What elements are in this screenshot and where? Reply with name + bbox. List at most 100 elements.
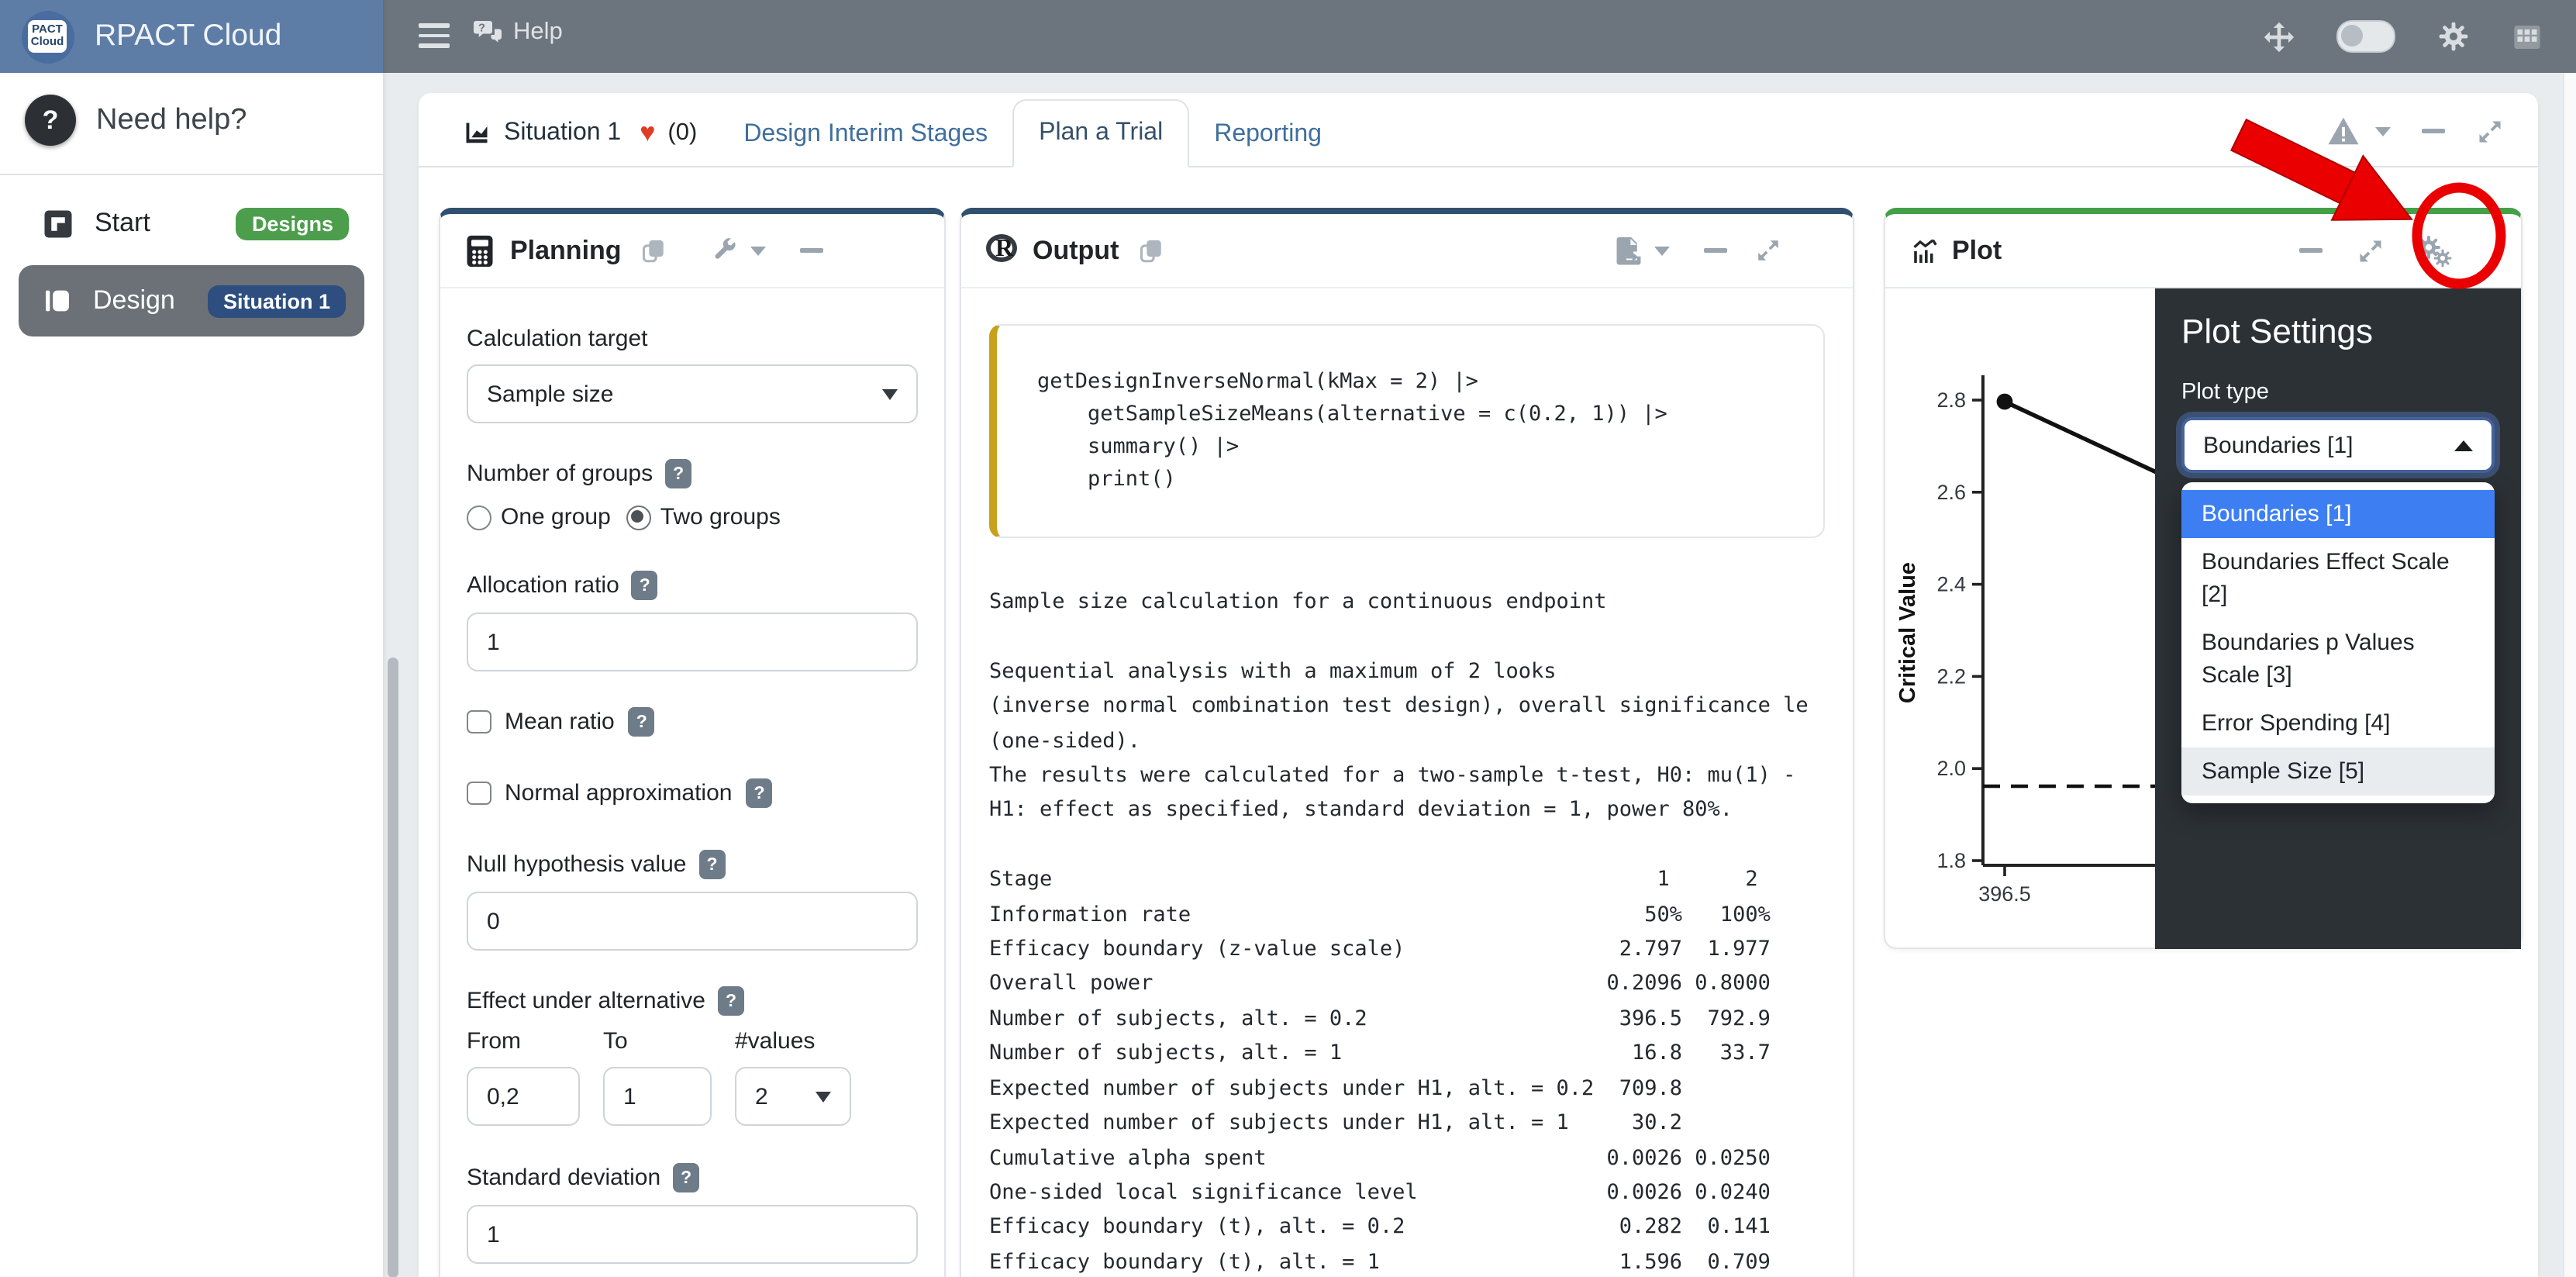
question-mark-icon: ?	[25, 95, 76, 146]
chevron-up-icon	[2454, 440, 2473, 450]
efficacy-boundary-line	[2005, 402, 2161, 475]
plot-type-value: Boundaries [1]	[2203, 432, 2353, 458]
groups-radio-row: One group Two groups	[467, 504, 918, 530]
option-error-spending[interactable]: Error Spending [4]	[2181, 699, 2495, 747]
normal-approx-label: Normal approximation	[505, 780, 732, 806]
warning-icon[interactable]	[2327, 116, 2360, 146]
effect-to-input[interactable]: 1	[603, 1067, 712, 1126]
ytick-1-8: 1.8	[1936, 849, 1966, 872]
settings-gear-icon[interactable]	[2436, 20, 2469, 53]
option-sample-size[interactable]: Sample Size [5]	[2181, 747, 2495, 796]
help-badge-icon[interactable]: ?	[632, 571, 658, 600]
r-code-block[interactable]: getDesignInverseNormal(kMax = 2) |> getS…	[989, 324, 1825, 538]
plot-expand-icon[interactable]	[2357, 236, 2385, 264]
help-badge-icon[interactable]: ?	[746, 778, 772, 808]
help-badge-icon[interactable]: ?	[673, 1163, 699, 1192]
allocation-ratio-input[interactable]: 1	[467, 613, 918, 671]
svg-text:?: ?	[478, 22, 485, 35]
plot-chart-icon	[1910, 236, 1940, 264]
topbar-actions	[2263, 0, 2542, 73]
ytick-2-0: 2.0	[1936, 757, 1966, 780]
planning-collapse-icon[interactable]	[800, 249, 823, 253]
plot-settings-gears-icon[interactable]	[2416, 232, 2456, 269]
plot-header: Plot	[1885, 214, 2521, 288]
output-title: Output	[1033, 235, 1119, 266]
radio-two-groups-label: Two groups	[660, 504, 781, 530]
fullscreen-move-icon[interactable]	[2263, 21, 2294, 52]
calculation-target-select[interactable]: Sample size	[467, 364, 918, 423]
expand-icon[interactable]	[2476, 117, 2504, 145]
option-boundaries-effect-scale[interactable]: Boundaries Effect Scale [2]	[2181, 538, 2495, 619]
wrench-caret-icon[interactable]	[750, 246, 766, 255]
normal-approx-checkbox[interactable]	[467, 782, 491, 806]
chevron-down-icon	[816, 1091, 831, 1102]
plot-type-select[interactable]: Boundaries [1]	[2181, 417, 2495, 473]
help-badge-icon[interactable]: ?	[699, 850, 726, 879]
grid-layout-icon[interactable]	[2511, 21, 2542, 52]
option-boundaries-p-values-scale[interactable]: Boundaries p Values Scale [3]	[2181, 619, 2495, 699]
dark-mode-toggle[interactable]	[2336, 20, 2395, 53]
help-badge-icon[interactable]: ?	[665, 459, 691, 488]
output-collapse-icon[interactable]	[1704, 249, 1727, 253]
help-badge-icon[interactable]: ?	[718, 986, 744, 1016]
output-expand-icon[interactable]	[1755, 237, 1781, 264]
radio-two-groups[interactable]	[626, 505, 651, 530]
mean-ratio-checkbox[interactable]	[467, 710, 491, 734]
collapse-icon[interactable]	[2422, 129, 2445, 133]
plot-collapse-icon[interactable]	[2299, 249, 2323, 253]
export-caret-icon[interactable]	[1654, 246, 1670, 255]
situation-title[interactable]: Situation 1 ♥ (0)	[440, 101, 719, 166]
need-help-link[interactable]: ? Need help?	[0, 73, 383, 164]
menu-toggle-icon[interactable]	[419, 23, 450, 48]
help-menu[interactable]: ? Help	[473, 19, 563, 47]
planning-form: Calculation target Sample size Number of…	[440, 288, 944, 1277]
tab-plan-a-trial[interactable]: Plan a Trial	[1012, 99, 1189, 167]
start-icon	[42, 207, 74, 240]
need-help-label: Need help?	[96, 103, 247, 137]
warning-caret-icon[interactable]	[2375, 126, 2391, 136]
help-label: Help	[513, 19, 563, 47]
copy-icon[interactable]	[1137, 236, 1164, 264]
effect-from-input[interactable]: 0,2	[467, 1067, 580, 1126]
designs-badge: Designs	[236, 207, 349, 240]
y-axis-label: Critical Value	[1895, 562, 1920, 703]
radio-one-group[interactable]	[467, 505, 491, 530]
plot-body: 2.8 2.6 2.4 2.2 2.0 1.8 396.5 Critical V…	[1885, 288, 2521, 949]
ytick-2-4: 2.4	[1936, 573, 1966, 596]
null-hypothesis-input[interactable]: 0	[467, 892, 918, 951]
favorite-heart-icon[interactable]: ♥	[640, 118, 655, 149]
planning-panel: Planning Calculation target Sample size	[439, 208, 946, 1277]
values-label: #values	[735, 1028, 851, 1054]
xtick-396-5: 396.5	[1978, 882, 2031, 906]
sidebar-item-start[interactable]: Start Designs	[0, 194, 383, 253]
tab-reporting[interactable]: Reporting	[1189, 102, 1347, 167]
mean-ratio-label: Mean ratio	[505, 709, 615, 735]
calculator-icon	[465, 233, 495, 267]
effect-range-inputs: 0,2 1 2	[467, 1067, 918, 1126]
file-export-icon[interactable]	[1616, 236, 1642, 265]
planning-header: Planning	[440, 214, 944, 288]
sidebar-item-design[interactable]: Design Situation 1	[19, 265, 364, 337]
ytick-2-2: 2.2	[1936, 664, 1966, 688]
option-boundaries[interactable]: Boundaries [1]	[2181, 490, 2495, 538]
sidebar-item-label: Start	[95, 208, 150, 239]
situation-workspace: Situation 1 ♥ (0) Design Interim Stages …	[419, 93, 2538, 1277]
output-header: R Output	[961, 214, 1853, 288]
help-badge-icon[interactable]: ?	[629, 707, 655, 737]
calculation-target-label: Calculation target	[467, 326, 918, 352]
plot-panel: Plot	[1884, 208, 2523, 949]
content-scrollbar-thumb[interactable]	[388, 657, 398, 1277]
effect-values-select[interactable]: 2	[735, 1067, 851, 1126]
planning-title: Planning	[510, 235, 622, 266]
radio-one-group-label: One group	[501, 504, 611, 530]
sidebar-header[interactable]: PACTCloud RPACT Cloud	[0, 0, 383, 73]
tab-design-interim-stages[interactable]: Design Interim Stages	[719, 102, 1012, 167]
app-title: RPACT Cloud	[95, 19, 281, 54]
chevron-down-icon	[882, 388, 898, 399]
plot-type-label: Plot type	[2181, 380, 2495, 405]
copy-icon[interactable]	[640, 236, 667, 264]
wrench-icon[interactable]	[712, 237, 738, 264]
standard-deviation-input[interactable]: 1	[467, 1205, 918, 1264]
rpact-cloud-app: ? Help PACTCloud RPACT Cloud ?	[0, 0, 2576, 1277]
page-scrollbar-track[interactable]	[2562, 73, 2576, 1277]
